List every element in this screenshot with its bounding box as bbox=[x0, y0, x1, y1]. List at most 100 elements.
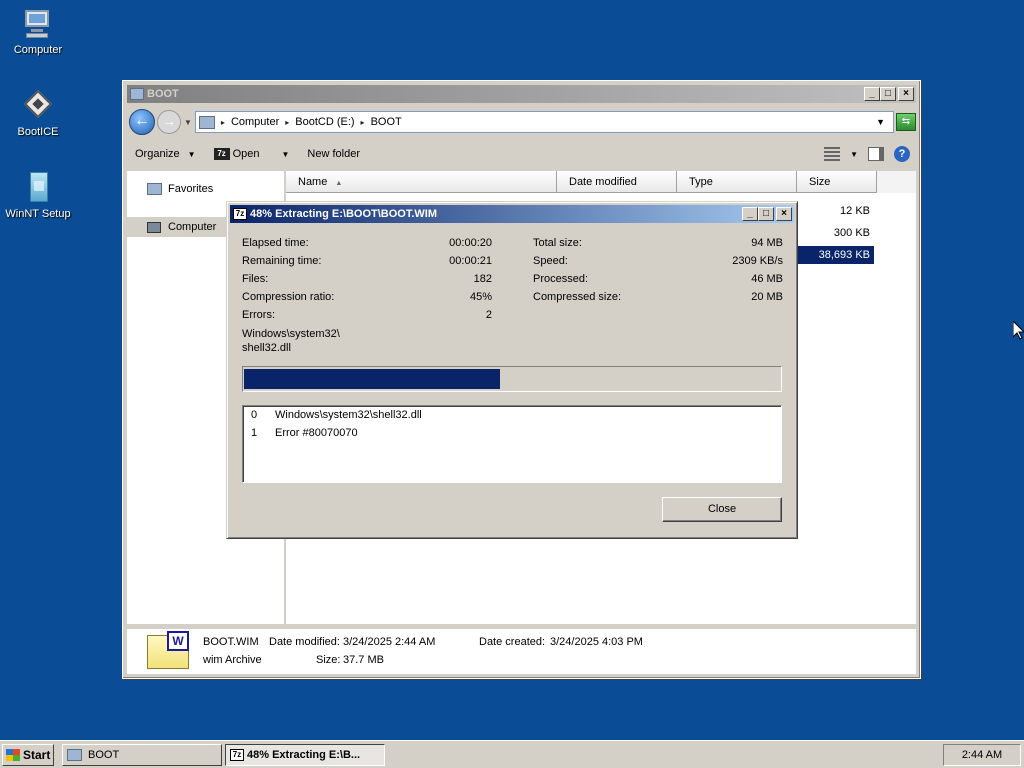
log-text: Windows\system32\shell32.dll bbox=[275, 409, 422, 421]
folder-icon bbox=[147, 183, 162, 195]
view-dropdown[interactable]: ▼ bbox=[850, 150, 858, 159]
compressed-size-label: Compressed size: bbox=[533, 291, 622, 303]
files-value: 182 bbox=[473, 273, 492, 285]
list-item[interactable]: 1 Error #80070070 bbox=[251, 425, 358, 441]
extraction-progress-bar bbox=[242, 366, 782, 392]
7zip-icon: 7z bbox=[213, 148, 230, 160]
elapsed-time-value: 00:00:20 bbox=[449, 237, 492, 249]
taskbar-button-boot[interactable]: BOOT bbox=[62, 744, 222, 766]
close-window-button[interactable]: × bbox=[776, 207, 792, 221]
winnt-setup-icon bbox=[22, 172, 54, 204]
folder-icon bbox=[198, 115, 215, 129]
file-size-cell-selected[interactable]: 38,693 KB bbox=[798, 246, 874, 264]
compressed-size-value: 20 MB bbox=[751, 291, 783, 303]
list-item[interactable]: 0 Windows\system32\shell32.dll bbox=[251, 407, 422, 423]
desktop-icon-label: WinNT Setup bbox=[5, 208, 71, 220]
change-view-icon[interactable] bbox=[824, 147, 841, 161]
new-folder-button[interactable]: New folder bbox=[307, 148, 360, 160]
details-date-modified-label: Date modified: bbox=[269, 636, 340, 648]
close-window-button[interactable]: × bbox=[898, 87, 914, 101]
address-dropdown[interactable]: ▼ bbox=[876, 117, 885, 127]
column-header-type[interactable]: Type bbox=[677, 171, 797, 193]
open-label: Open bbox=[232, 148, 260, 160]
remaining-time-label: Remaining time: bbox=[242, 255, 322, 267]
breadcrumb-bootcd[interactable]: BootCD (E:) bbox=[295, 116, 354, 128]
file-size-cell[interactable]: 12 KB bbox=[798, 202, 874, 220]
processed-label: Processed: bbox=[533, 273, 589, 285]
explorer-title: BOOT bbox=[147, 88, 179, 100]
dialog-titlebar[interactable]: 7z 48% Extracting E:\BOOT\BOOT.WIM _ □ × bbox=[230, 205, 794, 223]
remaining-time-value: 00:00:21 bbox=[449, 255, 492, 267]
extract-progress-dialog: 7z 48% Extracting E:\BOOT\BOOT.WIM _ □ ×… bbox=[226, 201, 798, 539]
windows-logo-icon bbox=[6, 749, 20, 761]
processed-value: 46 MB bbox=[751, 273, 783, 285]
new-folder-label: New folder bbox=[307, 148, 360, 160]
start-label: Start bbox=[23, 748, 51, 762]
minimize-button[interactable]: _ bbox=[742, 207, 758, 221]
details-size-label: Size: bbox=[316, 654, 341, 666]
open-button[interactable]: 7z Open ▼ bbox=[213, 148, 289, 160]
help-icon[interactable]: ? bbox=[894, 146, 910, 162]
back-button[interactable]: ← bbox=[129, 109, 155, 135]
desktop-icon-label: BootICE bbox=[17, 126, 59, 138]
recent-pages-dropdown[interactable]: ▼ bbox=[184, 118, 192, 127]
taskbar-button-label: 48% Extracting E:\B... bbox=[247, 749, 361, 761]
details-filetype: wim Archive bbox=[203, 654, 262, 666]
column-header-name[interactable]: Name ▲ bbox=[286, 171, 557, 193]
column-header-size[interactable]: Size bbox=[797, 171, 877, 193]
folder-icon bbox=[67, 749, 82, 761]
bootice-icon bbox=[22, 89, 54, 122]
maximize-button[interactable]: □ bbox=[880, 87, 896, 101]
computer-icon bbox=[22, 8, 54, 40]
system-tray-clock[interactable]: 2:44 AM bbox=[943, 744, 1021, 766]
details-date-modified: 3/24/2025 2:44 AM bbox=[343, 636, 436, 648]
column-header-date-modified[interactable]: Date modified bbox=[557, 171, 677, 193]
refresh-icon[interactable]: ⇆ bbox=[896, 113, 916, 131]
nav-item-favorites[interactable]: Favorites bbox=[127, 179, 285, 199]
dialog-title: 48% Extracting E:\BOOT\BOOT.WIM bbox=[250, 208, 438, 220]
current-file-path: Windows\system32\ bbox=[242, 328, 340, 340]
7zip-icon: 7z bbox=[233, 208, 247, 220]
errors-label: Errors: bbox=[242, 309, 275, 321]
organize-label: Organize bbox=[135, 148, 180, 160]
speed-label: Speed: bbox=[533, 255, 568, 267]
taskbar-button-label: BOOT bbox=[88, 749, 120, 761]
details-date-created: 3/24/2025 4:03 PM bbox=[550, 636, 643, 648]
log-index: 1 bbox=[251, 427, 258, 439]
maximize-button[interactable]: □ bbox=[758, 207, 774, 221]
minimize-button[interactable]: _ bbox=[864, 87, 880, 101]
error-log-list[interactable]: 0 Windows\system32\shell32.dll 1 Error #80… bbox=[242, 405, 782, 483]
sort-ascending-icon: ▲ bbox=[335, 180, 343, 187]
details-size: 37.7 MB bbox=[343, 654, 384, 666]
file-size-cell[interactable]: 300 KB bbox=[798, 224, 874, 242]
desktop-icon-bootice[interactable]: BootICE bbox=[0, 89, 76, 138]
organize-button[interactable]: Organize ▼ bbox=[135, 148, 196, 160]
taskbar-button-extracting[interactable]: 7z 48% Extracting E:\B... bbox=[225, 744, 385, 766]
details-pane: W BOOT.WIM Date modified: 3/24/2025 2:44… bbox=[127, 628, 916, 674]
address-field[interactable]: ▸ Computer ▸ BootCD (E:) ▸ BOOT ▼ bbox=[194, 111, 894, 133]
current-file-name: shell32.dll bbox=[242, 342, 291, 354]
details-filename: BOOT.WIM bbox=[203, 636, 259, 648]
start-button[interactable]: Start bbox=[2, 744, 54, 766]
wim-file-icon: W bbox=[145, 631, 191, 669]
forward-button[interactable]: → bbox=[157, 110, 181, 134]
close-button[interactable]: Close bbox=[662, 497, 782, 522]
desktop-icon-winnt-setup[interactable]: WinNT Setup bbox=[0, 172, 76, 220]
taskbar: Start BOOT 7z 48% Extracting E:\B... 2:4… bbox=[0, 740, 1024, 768]
progress-fill bbox=[244, 369, 501, 389]
breadcrumb-boot[interactable]: BOOT bbox=[371, 116, 402, 128]
total-size-value: 94 MB bbox=[751, 237, 783, 249]
preview-pane-icon[interactable] bbox=[868, 147, 884, 161]
folder-icon bbox=[130, 88, 144, 100]
compression-ratio-label: Compression ratio: bbox=[242, 291, 335, 303]
computer-icon bbox=[147, 221, 161, 233]
explorer-titlebar[interactable]: BOOT _ □ × bbox=[127, 85, 916, 103]
details-date-created-label: Date created: bbox=[479, 636, 546, 648]
desktop-icon-computer[interactable]: Computer bbox=[0, 8, 76, 56]
nav-item-label: Computer bbox=[168, 221, 217, 233]
compression-ratio-value: 45% bbox=[469, 291, 492, 303]
log-index: 0 bbox=[251, 409, 258, 421]
errors-value: 2 bbox=[485, 309, 492, 321]
files-label: Files: bbox=[242, 273, 269, 285]
breadcrumb-computer[interactable]: Computer bbox=[231, 116, 279, 128]
